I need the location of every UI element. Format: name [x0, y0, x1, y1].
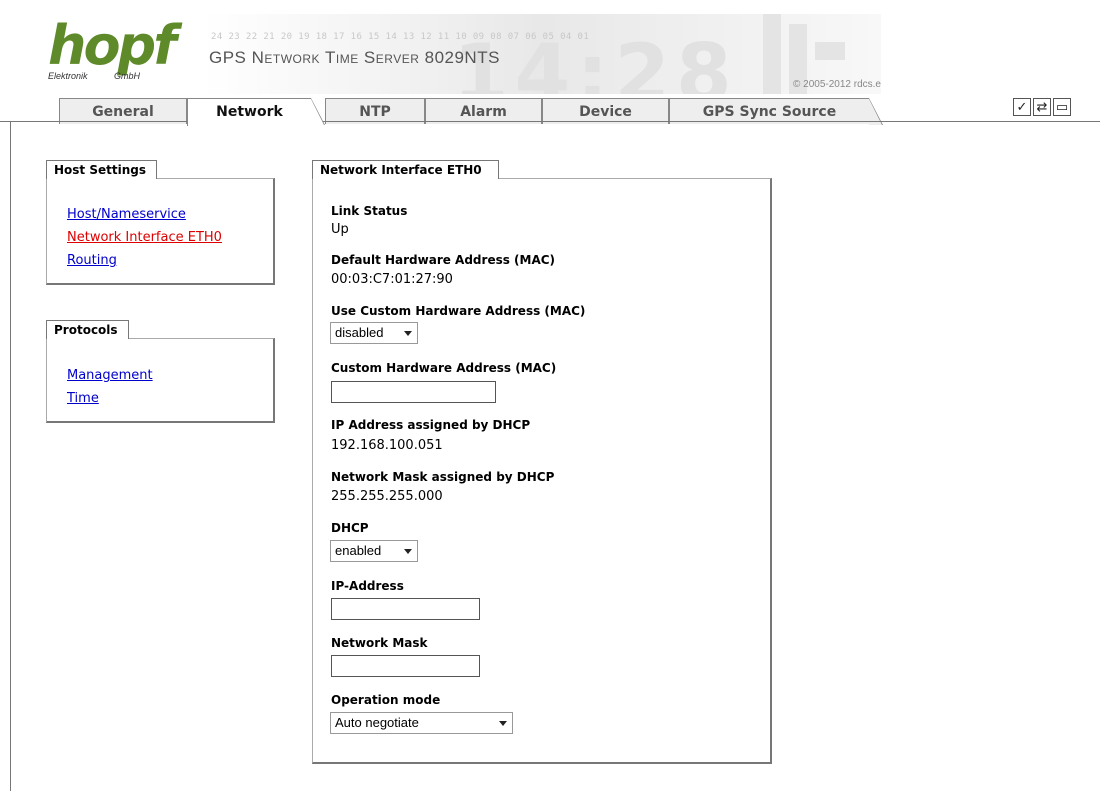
link-time[interactable]: Time — [67, 387, 153, 410]
link-network-interface-eth0[interactable]: Network Interface ETH0 — [67, 226, 222, 249]
dhcp-mask-label: Network Mask assigned by DHCP — [331, 470, 555, 484]
chevron-down-icon — [404, 331, 412, 336]
tab-label: General — [92, 104, 154, 120]
link-routing[interactable]: Routing — [67, 249, 222, 272]
header-banner: 14:28 hopf Elektronik GmbH 24 23 22 21 2… — [33, 14, 881, 94]
dhcp-select[interactable]: enabled — [330, 540, 418, 562]
protocols-heading: Protocols — [46, 320, 129, 339]
content-left-border — [10, 121, 11, 791]
select-value: enabled — [335, 543, 382, 558]
select-value: disabled — [335, 325, 384, 340]
link-host-nameservice[interactable]: Host/Nameservice — [67, 203, 222, 226]
custom-mac-input[interactable] — [331, 381, 496, 403]
eth0-heading: Network Interface ETH0 — [312, 160, 499, 179]
dhcp-ip-value: 192.168.100.051 — [331, 438, 443, 453]
operation-mode-select[interactable]: Auto negotiate — [330, 712, 513, 734]
link-status-label: Link Status — [331, 204, 408, 218]
copyright: © 2005-2012 rdcs.eu — [793, 79, 881, 90]
toolbar-icons: ✓ ⇄ ▭ — [1013, 98, 1071, 116]
dhcp-mask-value: 255.255.255.000 — [331, 489, 443, 504]
chevron-down-icon — [499, 721, 507, 726]
ip-address-label: IP-Address — [331, 579, 404, 593]
link-management[interactable]: Management — [67, 364, 153, 387]
default-mac-value: 00:03:C7:01:27:90 — [331, 272, 453, 287]
network-mask-label: Network Mask — [331, 636, 428, 650]
link-status-value: Up — [331, 222, 349, 237]
network-mask-input[interactable] — [331, 655, 480, 677]
hopf-logo: hopf Elektronik GmbH — [46, 16, 177, 82]
protocols-panel: Management Time — [46, 338, 275, 423]
use-custom-mac-select[interactable]: disabled — [330, 322, 418, 344]
ip-address-input[interactable] — [331, 598, 480, 620]
custom-mac-label: Custom Hardware Address (MAC) — [331, 361, 557, 375]
reload-icon[interactable]: ⇄ — [1033, 98, 1051, 116]
select-value: Auto negotiate — [335, 715, 419, 730]
host-settings-heading: Host Settings — [46, 160, 157, 179]
copyright-link[interactable]: rdcs.eu — [854, 79, 881, 90]
host-settings-panel: Host/Nameservice Network Interface ETH0 … — [46, 178, 275, 285]
hour-number-strip: 24 23 22 21 20 19 18 17 16 15 14 13 12 1… — [211, 32, 590, 42]
tab-network[interactable]: Network — [187, 98, 325, 126]
page-title: GPS Network Time Server 8029NTS — [209, 48, 500, 67]
page-icon[interactable]: ▭ — [1053, 98, 1071, 116]
default-mac-label: Default Hardware Address (MAC) — [331, 253, 556, 267]
eth0-panel: Link Status Up Default Hardware Address … — [312, 178, 772, 764]
logo-subtitle-left: Elektronik — [48, 71, 88, 81]
logo-subtitle-right: GmbH — [114, 71, 141, 81]
check-icon[interactable]: ✓ — [1013, 98, 1031, 116]
tab-label: Network — [216, 104, 283, 120]
tab-label: NTP — [359, 104, 391, 120]
use-custom-mac-label: Use Custom Hardware Address (MAC) — [331, 304, 586, 318]
chevron-down-icon — [404, 549, 412, 554]
main-tab-bar: General Network NTP Alarm Device GPS Syn… — [0, 94, 1100, 126]
operation-mode-label: Operation mode — [331, 693, 441, 707]
copyright-text: © 2005-2012 — [793, 79, 851, 90]
logo-wordmark: hopf — [48, 14, 177, 77]
tab-label: GPS Sync Source — [702, 104, 837, 120]
tab-label: Alarm — [460, 104, 507, 120]
dhcp-ip-label: IP Address assigned by DHCP — [331, 418, 531, 432]
tab-label: Device — [579, 104, 632, 120]
dhcp-label: DHCP — [331, 521, 369, 535]
tab-underline — [0, 121, 1100, 122]
